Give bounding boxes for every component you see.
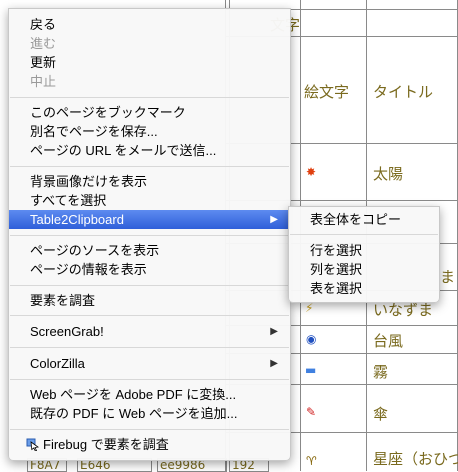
firebug-icon: [26, 438, 40, 451]
menu-separator: [10, 347, 289, 348]
menu-item-screengrab[interactable]: ScreenGrab! ▶: [9, 322, 290, 341]
menu-item-label: Firebug で要素を調査: [43, 437, 169, 452]
menu-separator: [10, 429, 289, 430]
submenu-item-select-row[interactable]: 行を選択: [289, 241, 439, 260]
menu-item-save-page-as[interactable]: 別名でページを保存...: [9, 122, 290, 141]
submenu-item-select-column[interactable]: 列を選択: [289, 260, 439, 279]
menu-item-back[interactable]: 戻る: [9, 15, 290, 34]
submenu-arrow-icon: ▶: [270, 358, 278, 369]
menu-item-convert-to-pdf[interactable]: Web ページを Adobe PDF に変換...: [9, 385, 290, 404]
menu-item-send-link[interactable]: ページの URL をメールで送信...: [9, 141, 290, 160]
aries-emoji-icon: ♈: [306, 454, 317, 468]
menu-item-reload[interactable]: 更新: [9, 53, 290, 72]
table2clipboard-submenu: 表全体をコピー 行を選択 列を選択 表を選択: [288, 206, 440, 303]
menu-item-stop[interactable]: 中止: [9, 72, 290, 91]
column-header-title: タイトル: [373, 83, 434, 101]
menu-item-label: ColorZilla: [30, 356, 85, 371]
submenu-arrow-icon: ▶: [270, 214, 278, 225]
table-cell-title: 霧: [373, 363, 389, 381]
menu-item-bookmark-page[interactable]: このページをブックマーク: [9, 103, 290, 122]
menu-item-view-background-image[interactable]: 背景画像だけを表示: [9, 172, 290, 191]
menu-item-firebug-inspect[interactable]: Firebug で要素を調査: [9, 435, 290, 454]
menu-item-view-source[interactable]: ページのソースを表示: [9, 241, 290, 260]
menu-item-select-all[interactable]: すべてを選択: [9, 191, 290, 210]
fog-emoji-icon: ▬: [305, 363, 317, 377]
table-cell-title: ま: [440, 268, 456, 286]
submenu-item-select-table[interactable]: 表を選択: [289, 279, 439, 298]
menu-item-append-to-pdf[interactable]: 既存の PDF に Web ページを追加...: [9, 404, 290, 423]
menu-separator: [10, 97, 289, 98]
menu-item-colorzilla[interactable]: ColorZilla ▶: [9, 354, 290, 373]
menu-separator: [10, 379, 289, 380]
menu-separator: [10, 315, 289, 316]
menu-item-view-page-info[interactable]: ページの情報を表示: [9, 260, 290, 279]
table-cell-title: 星座（おひつ: [373, 450, 458, 468]
lightning-emoji-icon: ⚡: [305, 301, 314, 315]
menu-separator: [10, 285, 289, 286]
table-cell-title: 傘: [373, 405, 389, 423]
menu-item-forward[interactable]: 進む: [9, 34, 290, 53]
umbrella-emoji-icon: ✎: [306, 405, 317, 419]
menu-separator: [10, 166, 289, 167]
menu-separator: [10, 235, 289, 236]
menu-separator: [290, 234, 438, 235]
menu-item-label: Table2Clipboard: [30, 212, 124, 227]
menu-item-inspect-element[interactable]: 要素を調査: [9, 291, 290, 310]
sun-emoji-icon: ✸: [306, 165, 317, 179]
menu-item-table2clipboard[interactable]: Table2Clipboard ▶: [9, 210, 290, 229]
table-cell-title: 台風: [373, 332, 404, 350]
column-header-emoji: 絵文字: [304, 83, 350, 101]
context-menu: 戻る 進む 更新 中止 このページをブックマーク 別名でページを保存... ペー…: [8, 8, 291, 461]
submenu-item-copy-whole-table[interactable]: 表全体をコピー: [289, 210, 439, 229]
menu-item-label: ScreenGrab!: [30, 324, 104, 339]
table-cell-title: 太陽: [373, 165, 404, 183]
submenu-arrow-icon: ▶: [270, 326, 278, 337]
typhoon-emoji-icon: ◉: [306, 332, 317, 346]
